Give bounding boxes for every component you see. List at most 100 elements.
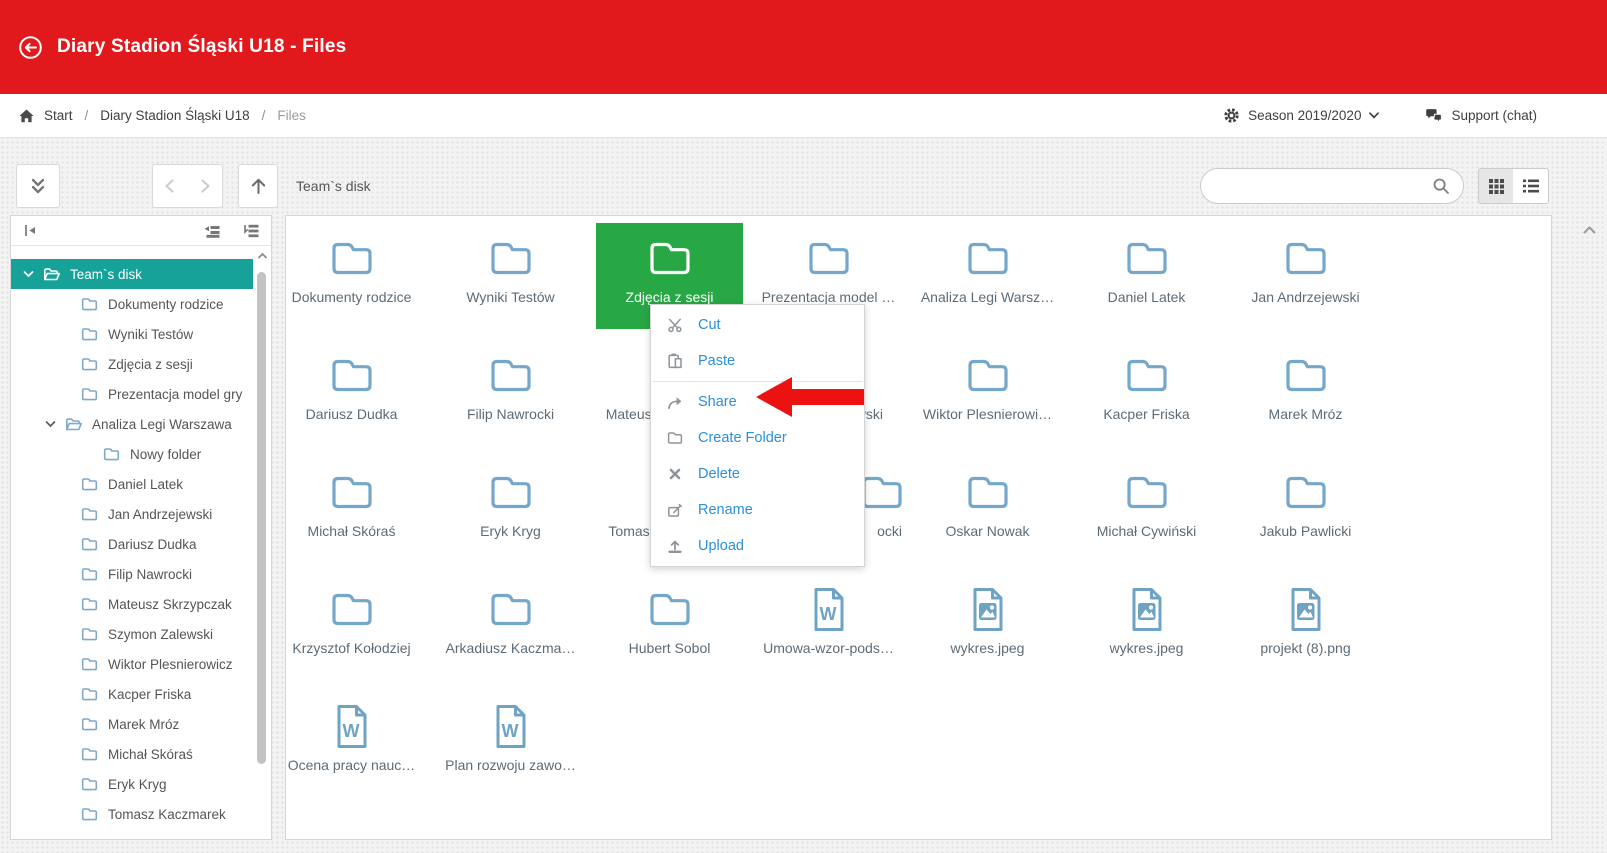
expand-all-icon[interactable] [242, 224, 259, 238]
grid-item[interactable]: Wyniki Testów [431, 223, 590, 340]
grid-item[interactable]: Hubert Sobol [590, 574, 749, 691]
image-file-icon [970, 587, 1005, 632]
toolbar: Team`s disk [0, 138, 1607, 215]
search-input[interactable] [1214, 178, 1432, 194]
context-menu-item[interactable]: Paste [651, 343, 864, 379]
chevron-down-icon[interactable] [61, 690, 73, 698]
context-menu-item[interactable]: Upload [651, 528, 864, 564]
chevron-down-icon[interactable] [61, 570, 73, 578]
tree-item[interactable]: Dokumenty rodzice [11, 289, 253, 319]
chevron-down-icon[interactable] [61, 360, 73, 368]
context-menu-item[interactable]: Create Folder [651, 420, 864, 456]
chevron-down-icon[interactable] [61, 660, 73, 668]
chevron-down-icon[interactable] [61, 300, 73, 308]
grid-item[interactable]: Dariusz Dudka [272, 340, 431, 457]
context-menu-item-label: Delete [698, 466, 740, 482]
chevron-right-icon [196, 176, 214, 196]
tree-item[interactable]: Nowy folder [11, 439, 253, 469]
tree-item[interactable]: Kacper Friska [11, 679, 253, 709]
folder-icon [328, 590, 376, 629]
chevron-down-icon[interactable] [61, 780, 73, 788]
support-chat-button[interactable]: Support (chat) [1425, 108, 1537, 123]
history-back-button[interactable] [152, 164, 188, 208]
list-view-button[interactable] [1513, 168, 1549, 204]
tree-item[interactable]: Mateusz Skrzypczak [11, 589, 253, 619]
grid-item[interactable]: Dokumenty rodzice [272, 223, 431, 340]
grid-item[interactable]: Michał Cywiński [1067, 457, 1226, 574]
grid-item[interactable]: Marek Mróz [1226, 340, 1385, 457]
grid-item[interactable]: Daniel Latek [1067, 223, 1226, 340]
chevron-down-icon[interactable] [61, 810, 73, 818]
grid-item[interactable]: projekt (8).png [1226, 574, 1385, 691]
collapse-all-icon[interactable] [203, 224, 220, 238]
grid-item[interactable]: Kacper Friska [1067, 340, 1226, 457]
tree-item[interactable]: Szymon Zalewski [11, 619, 253, 649]
grid-item[interactable]: Eryk Kryg [431, 457, 590, 574]
tree-item[interactable]: Analiza Legi Warszawa [11, 409, 253, 439]
tree-item[interactable]: Wyniki Testów [11, 319, 253, 349]
chevron-down-icon[interactable] [61, 750, 73, 758]
grid-item[interactable]: Jakub Pawlicki [1226, 457, 1385, 574]
chevron-down-icon[interactable] [61, 480, 73, 488]
go-up-button[interactable] [238, 164, 278, 208]
grid-item[interactable]: wykres.jpeg [908, 574, 1067, 691]
chevron-down-icon[interactable] [83, 450, 95, 458]
grid-item[interactable]: Wiktor Plesnierowi… [908, 340, 1067, 457]
breadcrumb-team[interactable]: Diary Stadion Śląski U18 [100, 108, 249, 123]
chevron-down-icon[interactable] [23, 270, 35, 278]
grid-item-label: Wyniki Testów [466, 289, 554, 305]
chevron-down-icon[interactable] [61, 330, 73, 338]
chevron-down-icon[interactable] [61, 630, 73, 638]
folder-icon [81, 507, 99, 521]
chevron-down-icon[interactable] [45, 420, 57, 428]
chevron-down-icon[interactable] [61, 390, 73, 398]
grid-view-button[interactable] [1478, 168, 1514, 204]
tree-item[interactable]: Eryk Kryg [11, 769, 253, 799]
tree-item[interactable]: Prezentacja model gry [11, 379, 253, 409]
grid-item[interactable]: Arkadiusz Kaczma… [431, 574, 590, 691]
tree-item[interactable]: Filip Nawrocki [11, 559, 253, 589]
tree-item[interactable]: Michał Skóraś [11, 739, 253, 769]
tree-item[interactable]: Tomasz Kaczmarek [11, 799, 253, 829]
chevron-down-icon[interactable] [61, 510, 73, 518]
chevron-down-icon[interactable] [61, 600, 73, 608]
back-icon[interactable] [17, 34, 44, 61]
tree-item[interactable]: Daniel Latek [11, 469, 253, 499]
grid-item[interactable]: Filip Nawrocki [431, 340, 590, 457]
sidebar-scrollbar[interactable] [256, 252, 268, 835]
page: Diary Stadion Śląski U18 - Files Start /… [0, 0, 1607, 853]
page-scroll-up-icon[interactable] [1582, 225, 1597, 235]
history-forward-button[interactable] [187, 164, 223, 208]
folder-icon [328, 239, 376, 278]
scroll-up-icon[interactable] [256, 252, 268, 260]
chevron-down-icon[interactable] [61, 540, 73, 548]
grid-item[interactable]: Michał Skóraś [272, 457, 431, 574]
grid-item[interactable]: W Plan rozwoju zawo… [431, 691, 590, 808]
grid-item[interactable]: Oskar Nowak [908, 457, 1067, 574]
tree-item[interactable]: Zdjęcia z sesji [11, 349, 253, 379]
season-selector[interactable]: Season 2019/2020 [1223, 107, 1379, 124]
expand-panel-button[interactable] [16, 164, 60, 208]
context-menu-item[interactable]: Delete [651, 456, 864, 492]
grid-item[interactable]: Jan Andrzejewski [1226, 223, 1385, 340]
grid-item[interactable]: W Umowa-wzor-pods… [749, 574, 908, 691]
context-menu-item[interactable]: Cut [651, 307, 864, 343]
context-menu-item[interactable]: Rename [651, 492, 864, 528]
search-icon[interactable] [1432, 177, 1450, 195]
tree-item[interactable]: Marek Mróz [11, 709, 253, 739]
grid-item[interactable]: Krzysztof Kołodziej [272, 574, 431, 691]
tree-item[interactable]: Wiktor Plesnierowicz [11, 649, 253, 679]
tree-item[interactable]: Jan Andrzejewski [11, 499, 253, 529]
chevron-down-icon[interactable] [61, 720, 73, 728]
grid-item[interactable]: W Ocena pracy nauc… [272, 691, 431, 808]
grid-item[interactable]: wykres.jpeg [1067, 574, 1226, 691]
grid-item-label: Michał Cywiński [1097, 523, 1197, 539]
scrollbar-thumb[interactable] [257, 272, 266, 764]
breadcrumb-start[interactable]: Start [44, 108, 73, 123]
tree-item[interactable]: Team`s disk [11, 259, 253, 289]
grid-item-tile: Dariusz Dudka [278, 340, 425, 446]
home-icon[interactable] [18, 108, 35, 124]
grid-item[interactable]: Analiza Legi Warsz… [908, 223, 1067, 340]
tree-item[interactable]: Dariusz Dudka [11, 529, 253, 559]
collapse-panel-icon[interactable] [23, 223, 38, 238]
